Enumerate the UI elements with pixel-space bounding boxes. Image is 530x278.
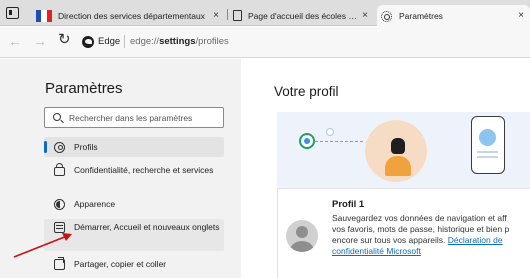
tab-title: Page d'accueil des écoles publiques xyxy=(248,10,358,21)
url-scheme: edge:// xyxy=(130,36,160,47)
avatar xyxy=(286,220,318,252)
page-title: Votre profil xyxy=(274,84,339,99)
tab-strip: Direction des services départementaux × … xyxy=(0,0,530,27)
search-input[interactable] xyxy=(69,111,219,125)
tab-title: Direction des services départementaux xyxy=(58,10,205,21)
phone-icon xyxy=(471,116,505,174)
sidebar-item-profils[interactable]: Profils xyxy=(44,137,224,157)
browser-label: Edge xyxy=(98,36,121,47)
back-button[interactable]: ← xyxy=(8,34,22,48)
sidebar-item-startup[interactable]: Démarrer, Accueil et nouveaux onglets xyxy=(44,219,224,251)
profile-icon xyxy=(54,142,65,153)
gear-icon xyxy=(381,10,392,22)
appearance-icon xyxy=(54,199,65,210)
close-icon[interactable]: × xyxy=(518,10,524,21)
profile-illustration xyxy=(277,112,530,188)
sidebar-item-label: Confidentialité, recherche et services xyxy=(74,165,214,175)
window-icon xyxy=(54,222,65,233)
url-field[interactable]: edge://settings/profiles xyxy=(130,36,229,47)
tab-ecoles-publiques[interactable]: Page d'accueil des écoles publiques × xyxy=(229,5,374,26)
profile-desc-text: encore sur tous vos appareils. xyxy=(332,235,448,245)
close-icon[interactable]: × xyxy=(362,10,368,21)
sidebar-item-label: Démarrer, Accueil et nouveaux onglets xyxy=(74,222,220,232)
profile-desc-line: vos favoris, mots de passe, historique e… xyxy=(332,224,510,234)
tab-actions-icon[interactable] xyxy=(6,7,19,19)
settings-search-box[interactable] xyxy=(44,107,224,128)
settings-main: Votre profil Profil 1 Sauvegardez vos do… xyxy=(241,59,530,278)
settings-sidebar: Paramètres Profils Confidentialité, rech… xyxy=(0,59,241,278)
document-icon xyxy=(233,10,242,21)
sidebar-item-label: Profils xyxy=(74,142,98,152)
tab-parametres[interactable]: Paramètres × xyxy=(377,5,530,27)
sync-pin-icon xyxy=(299,133,315,149)
profile-desc-line: Sauvegardez vos données de navigation et… xyxy=(332,213,507,223)
url-path: /profiles xyxy=(195,36,229,47)
profile-name: Profil 1 xyxy=(332,199,365,210)
tab-separator xyxy=(227,9,228,20)
dot-icon xyxy=(326,128,334,136)
tab-title: Paramètres xyxy=(399,11,443,21)
address-separator xyxy=(124,35,125,48)
settings-title: Paramètres xyxy=(45,80,123,97)
edge-logo-icon xyxy=(82,36,94,48)
profile-card: Profil 1 Sauvegardez vos données de navi… xyxy=(277,188,530,278)
search-icon xyxy=(53,113,61,121)
refresh-button[interactable]: ↻ xyxy=(58,32,71,47)
sidebar-item-label: Partager, copier et coller xyxy=(74,259,167,269)
person-icon xyxy=(385,138,411,178)
forward-button[interactable]: → xyxy=(33,34,47,48)
share-icon xyxy=(54,257,65,270)
french-flag-icon xyxy=(36,9,52,22)
address-bar: ← → ↻ Edge edge://settings/profiles xyxy=(0,27,530,58)
sidebar-item-label: Apparence xyxy=(74,199,116,209)
privacy-link[interactable]: confidentialité Microsoft xyxy=(332,246,530,257)
connector-line xyxy=(315,141,363,142)
close-icon[interactable]: × xyxy=(213,10,219,21)
profile-description: Sauvegardez vos données de navigation et… xyxy=(332,213,530,257)
privacy-link[interactable]: Déclaration de xyxy=(448,235,503,245)
url-host: settings xyxy=(159,36,196,47)
tab-direction-services[interactable]: Direction des services départementaux × xyxy=(32,5,225,26)
profile-desc-line: encore sur tous vos appareils. Déclarati… xyxy=(332,235,530,246)
active-indicator xyxy=(44,141,47,153)
lock-icon xyxy=(54,163,65,176)
